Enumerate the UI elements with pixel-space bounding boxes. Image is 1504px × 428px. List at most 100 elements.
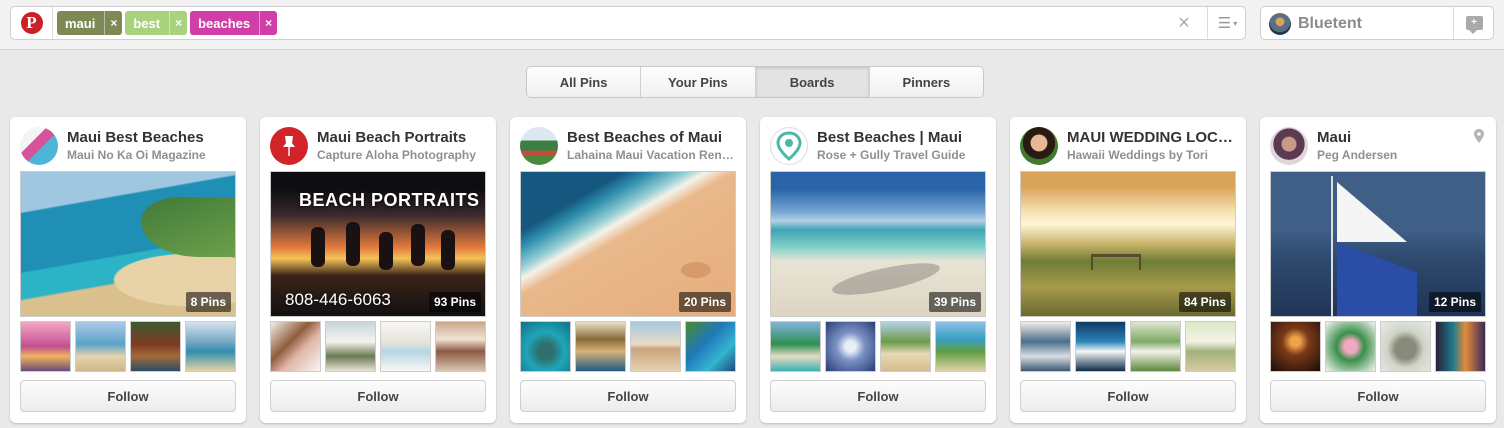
search-bar[interactable]: P maui × best × beaches × × ☰ ▾ bbox=[10, 6, 1246, 40]
follow-button[interactable]: Follow bbox=[520, 380, 736, 412]
clear-search-icon[interactable]: × bbox=[1173, 12, 1195, 34]
board-cover-image[interactable]: 12 Pins bbox=[1270, 171, 1486, 317]
tab-your-pins[interactable]: Your Pins bbox=[641, 67, 756, 97]
thumbnail[interactable] bbox=[935, 321, 986, 372]
thumbnail[interactable] bbox=[1185, 321, 1236, 372]
messages-button[interactable]: + bbox=[1453, 7, 1494, 39]
tab-boards[interactable]: Boards bbox=[755, 67, 870, 97]
thumbnail[interactable] bbox=[575, 321, 626, 372]
thumbnail[interactable] bbox=[270, 321, 321, 372]
thumbnail[interactable] bbox=[1020, 321, 1071, 372]
pin-count: 84 Pins bbox=[1178, 292, 1231, 312]
top-bar: P maui × best × beaches × × ☰ ▾ Bluetent… bbox=[0, 0, 1504, 50]
follow-button[interactable]: Follow bbox=[1020, 380, 1236, 412]
map-pin-icon bbox=[1474, 129, 1484, 143]
pin-count: 20 Pins bbox=[678, 292, 731, 312]
follow-button[interactable]: Follow bbox=[20, 380, 236, 412]
remove-token-icon[interactable]: × bbox=[104, 11, 122, 35]
user-menu[interactable]: Bluetent + bbox=[1260, 6, 1494, 40]
board-title[interactable]: Best Beaches | Maui bbox=[817, 129, 987, 146]
owner-avatar[interactable] bbox=[1020, 127, 1058, 165]
board-owner[interactable]: Lahaina Maui Vacation Rentals bbox=[567, 148, 737, 162]
follow-button[interactable]: Follow bbox=[1270, 380, 1486, 412]
pin-count: 93 Pins bbox=[428, 292, 481, 312]
board-title[interactable]: Maui bbox=[1317, 129, 1487, 146]
follow-button[interactable]: Follow bbox=[270, 380, 486, 412]
thumbnail[interactable] bbox=[880, 321, 931, 372]
board-card[interactable]: Maui Peg Andersen 12 Pins Follow bbox=[1260, 117, 1496, 423]
thumbnail[interactable] bbox=[1130, 321, 1181, 372]
board-cover-image[interactable]: 20 Pins bbox=[520, 171, 736, 317]
search-token-beaches[interactable]: beaches × bbox=[190, 11, 278, 35]
thumbnail[interactable] bbox=[1435, 321, 1486, 372]
board-owner[interactable]: Peg Andersen bbox=[1317, 148, 1487, 162]
thumbnail[interactable] bbox=[435, 321, 486, 372]
owner-avatar[interactable] bbox=[270, 127, 308, 165]
thumbnail[interactable] bbox=[380, 321, 431, 372]
board-card[interactable]: Best Beaches of Maui Lahaina Maui Vacati… bbox=[510, 117, 746, 423]
board-owner[interactable]: Maui No Ka Oi Magazine bbox=[67, 148, 237, 162]
pushpin-icon bbox=[283, 136, 295, 156]
tab-pinners[interactable]: Pinners bbox=[869, 67, 983, 97]
board-card[interactable]: Best Beaches | Maui Rose + Gully Travel … bbox=[760, 117, 996, 423]
token-label: maui bbox=[65, 15, 96, 31]
pin-count: 8 Pins bbox=[185, 292, 231, 312]
thumbnail[interactable] bbox=[630, 321, 681, 372]
board-title[interactable]: Maui Best Beaches bbox=[67, 129, 237, 146]
cover-phone-text: 808-446-6063 bbox=[285, 290, 391, 309]
search-tokens: maui × best × beaches × bbox=[57, 11, 278, 35]
search-token-best[interactable]: best × bbox=[125, 11, 188, 35]
user-name[interactable]: Bluetent bbox=[1298, 15, 1362, 33]
board-card[interactable]: MAUI WEDDING LOCATIONS Hawaii Weddings b… bbox=[1010, 117, 1246, 423]
board-owner[interactable]: Hawaii Weddings by Tori bbox=[1067, 148, 1237, 162]
thumbnail[interactable] bbox=[520, 321, 571, 372]
board-card[interactable]: Maui Beach Portraits Capture Aloha Photo… bbox=[260, 117, 496, 423]
owner-avatar[interactable] bbox=[770, 127, 808, 165]
owner-avatar[interactable] bbox=[520, 127, 558, 165]
avatar[interactable] bbox=[1269, 13, 1291, 35]
thumbnail[interactable] bbox=[1325, 321, 1376, 372]
thumbnail[interactable] bbox=[685, 321, 736, 372]
board-cover-image[interactable]: 8 Pins bbox=[20, 171, 236, 317]
tab-all-pins[interactable]: All Pins bbox=[527, 67, 642, 97]
remove-token-icon[interactable]: × bbox=[169, 11, 187, 35]
board-cover-image[interactable]: 84 Pins bbox=[1020, 171, 1236, 317]
thumbnail[interactable] bbox=[130, 321, 181, 372]
owner-avatar[interactable] bbox=[20, 127, 58, 165]
search-token-maui[interactable]: maui × bbox=[57, 11, 123, 35]
thumbnail[interactable] bbox=[1075, 321, 1126, 372]
board-cover-image[interactable]: BEACH PORTRAITS 808-446-6063 93 Pins bbox=[270, 171, 486, 317]
board-thumbnails bbox=[20, 321, 236, 372]
thumbnail[interactable] bbox=[770, 321, 821, 372]
board-title[interactable]: Maui Beach Portraits bbox=[317, 129, 487, 146]
cover-title-text: BEACH PORTRAITS bbox=[299, 190, 480, 210]
thumbnail[interactable] bbox=[75, 321, 126, 372]
board-thumbnails bbox=[1270, 321, 1486, 372]
thumbnail[interactable] bbox=[325, 321, 376, 372]
pinterest-logo-icon: P bbox=[20, 12, 43, 34]
pin-count: 39 Pins bbox=[928, 292, 981, 312]
board-title[interactable]: MAUI WEDDING LOCATIONS bbox=[1067, 129, 1237, 146]
board-thumbnails bbox=[770, 321, 986, 372]
pinterest-logo-button[interactable]: P bbox=[11, 7, 53, 39]
board-owner[interactable]: Rose + Gully Travel Guide bbox=[817, 148, 987, 162]
menu-button[interactable]: ☰ ▾ bbox=[1207, 7, 1247, 39]
board-cover-image[interactable]: 39 Pins bbox=[770, 171, 986, 317]
search-filter-tabs: All Pins Your Pins Boards Pinners bbox=[526, 66, 984, 98]
remove-token-icon[interactable]: × bbox=[259, 11, 277, 35]
thumbnail[interactable] bbox=[825, 321, 876, 372]
board-owner[interactable]: Capture Aloha Photography bbox=[317, 148, 487, 162]
board-card[interactable]: Maui Best Beaches Maui No Ka Oi Magazine… bbox=[10, 117, 246, 423]
message-icon: + bbox=[1465, 16, 1483, 34]
board-thumbnails bbox=[520, 321, 736, 372]
follow-button[interactable]: Follow bbox=[770, 380, 986, 412]
hamburger-icon: ☰ bbox=[1217, 15, 1232, 32]
thumbnail[interactable] bbox=[1380, 321, 1431, 372]
thumbnail[interactable] bbox=[185, 321, 236, 372]
thumbnail[interactable] bbox=[20, 321, 71, 372]
owner-avatar[interactable] bbox=[1270, 127, 1308, 165]
map-marker-icon bbox=[776, 131, 802, 161]
thumbnail[interactable] bbox=[1270, 321, 1321, 372]
board-title[interactable]: Best Beaches of Maui bbox=[567, 129, 737, 146]
chevron-down-icon: ▾ bbox=[1233, 18, 1238, 28]
